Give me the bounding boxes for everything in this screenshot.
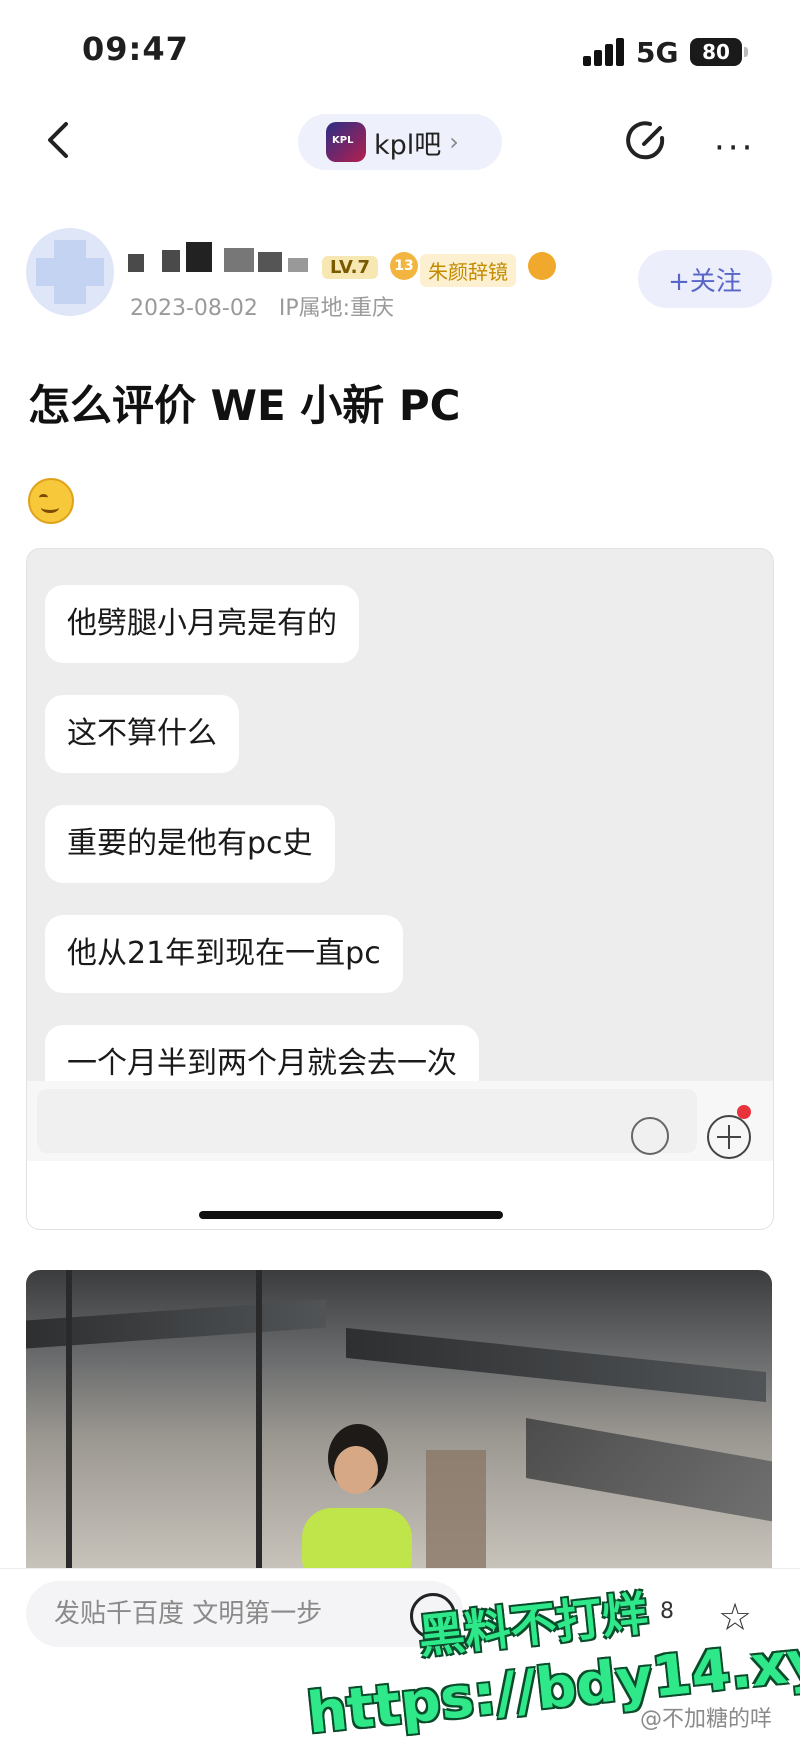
chat-screenshot-image[interactable]: 他劈腿小月亮是有的 这不算什么 重要的是他有pc史 他从21年到现在一直pc 一… <box>26 548 774 1230</box>
share-button[interactable] <box>622 116 672 166</box>
chevron-left-icon <box>48 122 68 158</box>
avatar[interactable] <box>26 228 114 316</box>
plus-icon <box>707 1115 751 1159</box>
chat-message: 他劈腿小月亮是有的 <box>45 585 359 663</box>
post-meta: 2023-08-02 IP属地:重庆 <box>130 290 394 322</box>
share-icon <box>626 121 665 160</box>
star-icon[interactable]: ☆ <box>718 1595 752 1639</box>
signal-icon <box>583 38 627 66</box>
chevron-right-icon: › <box>449 128 459 156</box>
level-badge: LV.7 <box>322 256 378 279</box>
back-button[interactable] <box>40 120 80 160</box>
home-indicator <box>199 1211 503 1219</box>
ip-location: IP属地:重庆 <box>278 296 395 321</box>
more-options-button[interactable]: ··· <box>714 128 755 168</box>
chat-input-field <box>37 1089 697 1153</box>
mall-photo[interactable] <box>26 1270 772 1570</box>
fan-level-badge: 13 <box>390 252 418 280</box>
forum-link[interactable]: kpl吧 › <box>298 114 502 170</box>
blurred-person <box>426 1450 486 1570</box>
post-date: 2023-08-02 <box>130 296 258 321</box>
title-badge: 朱颜辞镜 <box>420 254 516 287</box>
person-figure <box>302 1424 412 1570</box>
chat-message: 这不算什么 <box>45 695 239 773</box>
username-pixelated <box>128 236 318 276</box>
chat-message: 他从21年到现在一直pc <box>45 915 403 993</box>
comment-count: 8 <box>660 1599 674 1624</box>
emoji-icon <box>631 1117 669 1155</box>
notification-dot <box>737 1105 751 1119</box>
bottom-bar: 发贴千百度 文明第一步 8 ☆ 黑料不打烊 https://bdy14.xyz … <box>0 1568 800 1747</box>
follow-button[interactable]: +关注 <box>638 250 772 308</box>
reply-input[interactable]: 发贴千百度 文明第一步 <box>26 1581 464 1647</box>
honor-badge-icon <box>528 252 556 280</box>
smiling-emoji-icon <box>28 478 74 524</box>
network-type: 5G <box>636 36 679 69</box>
forum-name: kpl吧 <box>374 129 442 161</box>
battery-icon: 80 <box>690 38 748 66</box>
kpl-logo-icon <box>326 122 366 162</box>
weibo-watermark: @不加糖的咩 <box>640 1707 773 1732</box>
post-title: 怎么评价 WE 小新 PC <box>28 381 461 430</box>
status-time: 09:47 <box>82 30 189 68</box>
chat-message: 重要的是他有pc史 <box>45 805 335 883</box>
